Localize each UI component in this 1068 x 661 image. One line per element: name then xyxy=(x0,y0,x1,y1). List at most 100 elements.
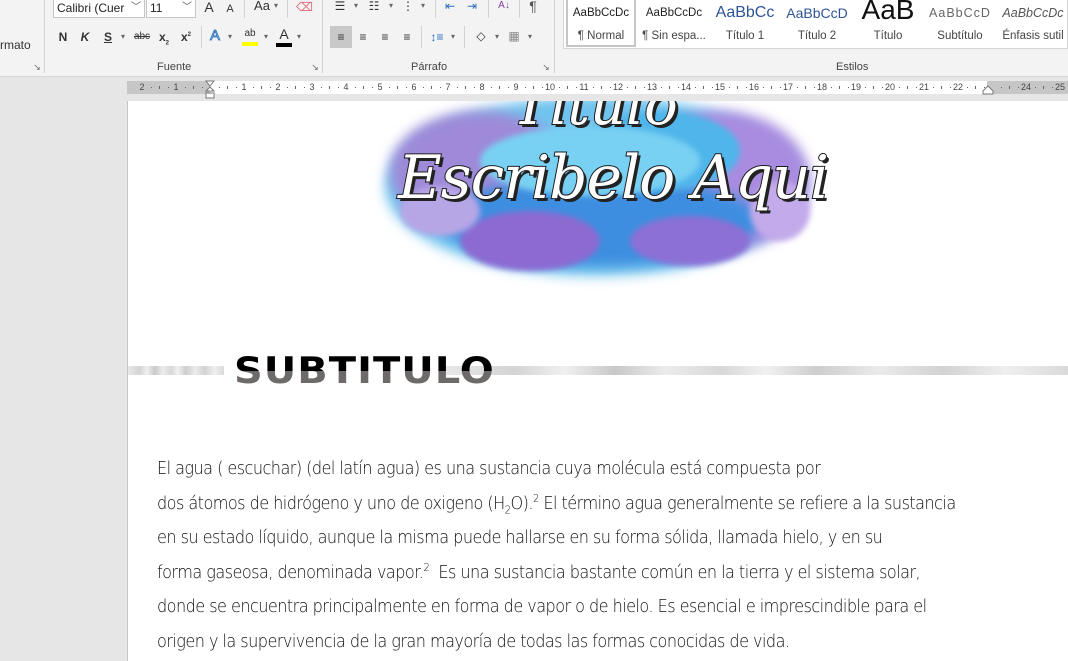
ruler-dot xyxy=(439,87,441,88)
font-color-button[interactable]: A xyxy=(276,25,292,47)
ruler-number: 16 xyxy=(748,82,760,92)
increase-indent-icon[interactable]: ⇥ xyxy=(463,0,481,15)
ruler-number: 11 xyxy=(579,82,589,92)
styles-gallery: AaBbCcDc ¶ Normal AaBbCcDc ¶ Sin espa...… xyxy=(563,0,1068,49)
ruler-tick xyxy=(703,86,704,89)
sort-icon[interactable]: A↓ xyxy=(496,0,512,15)
document-title-line-1[interactable]: Titulo xyxy=(360,101,830,139)
subscript-glyph: x xyxy=(158,30,166,44)
horizontal-ruler[interactable]: 2 1 1 2 3 4 5 6 7 8 9 10 11 12 13 14 15 16 17 18 19 20 21 22 24 2… xyxy=(127,81,1068,94)
ruler-dot xyxy=(626,87,628,88)
change-case-button[interactable]: Aa xyxy=(252,0,272,15)
font-dialog-launcher-icon[interactable]: ↘ xyxy=(310,62,320,72)
ruler-dot xyxy=(847,87,849,88)
style-sample: AaBbCcDc xyxy=(645,7,703,19)
borders-icon[interactable]: ▦ xyxy=(505,27,523,45)
bullets-button-icon[interactable]: ☰ xyxy=(332,0,348,15)
align-right-icon[interactable]: ≡ xyxy=(376,28,394,46)
dropdown-arrow-icon[interactable]: ▾ xyxy=(421,0,425,15)
chevron-down-icon[interactable]: ﹀ xyxy=(131,0,141,16)
ruler-number: 14 xyxy=(680,82,692,92)
shrink-font-button[interactable]: A xyxy=(224,0,236,18)
numbering-button-icon[interactable]: ☷ xyxy=(366,0,382,15)
highlight-color-button[interactable]: ab xyxy=(241,25,259,46)
show-formatting-pilcrow-icon[interactable]: ¶ xyxy=(526,0,540,15)
separator xyxy=(435,0,436,18)
ruler-number: 8 xyxy=(479,82,485,92)
first-line-indent-marker[interactable] xyxy=(205,80,215,100)
style-subtle-emphasis[interactable]: AaBbCcDc Énfasis sutil xyxy=(998,0,1068,47)
document-subtitle[interactable]: SUBTITULO xyxy=(234,351,495,391)
ruler-dot xyxy=(711,87,713,88)
subscript-button[interactable]: x2 xyxy=(157,28,171,46)
ruler-tick xyxy=(159,86,160,89)
style-no-spacing[interactable]: AaBbCcDc ¶ Sin espa... xyxy=(638,0,710,47)
right-indent-marker[interactable] xyxy=(982,85,994,95)
ruler-dot xyxy=(1034,87,1036,88)
dropdown-arrow-icon[interactable]: ▾ xyxy=(528,28,532,46)
group-separator xyxy=(44,0,45,73)
dropdown-arrow-icon[interactable]: ▾ xyxy=(297,28,301,46)
ruler-number: 2 xyxy=(275,82,281,92)
bold-button[interactable]: N xyxy=(57,28,69,46)
dropdown-arrow-icon[interactable]: ▾ xyxy=(274,0,278,15)
decrease-indent-icon[interactable]: ⇤ xyxy=(441,0,459,15)
dropdown-arrow-icon[interactable]: ▾ xyxy=(389,0,393,15)
ruler-tick xyxy=(941,86,942,89)
align-center-icon[interactable]: ≡ xyxy=(354,28,372,46)
style-sample: AaBbCcDc xyxy=(1002,6,1064,20)
justify-icon[interactable]: ≡ xyxy=(398,28,416,46)
dropdown-arrow-icon[interactable]: ▾ xyxy=(354,0,358,15)
dropdown-arrow-icon[interactable]: ▾ xyxy=(495,28,499,46)
shading-paint-bucket-icon[interactable]: ◇ xyxy=(472,27,490,45)
font-color-swatch xyxy=(276,43,292,47)
ruler-dot xyxy=(184,87,186,88)
separator xyxy=(464,26,465,48)
font-size-value: 11 xyxy=(150,1,163,15)
clipboard-dialog-launcher-icon[interactable]: ↘ xyxy=(32,62,42,72)
align-left-icon[interactable]: ≡ xyxy=(330,26,352,48)
dropdown-arrow-icon[interactable]: ▾ xyxy=(228,28,232,46)
dropdown-arrow-icon[interactable]: ▾ xyxy=(451,28,455,46)
ruler-tick xyxy=(329,86,330,89)
body-paragraph[interactable]: El agua ( escuchar) (del latín agua) es … xyxy=(157,452,1037,659)
ruler-number: 17 xyxy=(782,82,794,92)
strikethrough-button[interactable]: abc xyxy=(132,28,152,46)
ruler-dot xyxy=(677,87,679,88)
style-heading-2[interactable]: AaBbCcD Título 2 xyxy=(782,0,852,47)
ruler-dot xyxy=(252,87,254,88)
separator xyxy=(488,0,489,18)
ruler-dot xyxy=(1051,87,1053,88)
style-title[interactable]: AaB Título xyxy=(854,0,922,47)
clipboard-format-painter-label[interactable]: rmato xyxy=(0,36,31,54)
dropdown-arrow-icon[interactable]: ▾ xyxy=(264,28,268,46)
text-run: Es una sustancia bastante común en la ti… xyxy=(429,562,921,583)
italic-button[interactable]: K xyxy=(79,28,91,46)
paragraph-group-label: Párrafo xyxy=(411,61,448,73)
ruler-tick xyxy=(567,86,568,89)
line-spacing-icon[interactable]: ↕≡ xyxy=(428,28,446,46)
font-size-combobox[interactable]: 11 ﹀ xyxy=(146,0,196,18)
ruler-dot xyxy=(337,87,339,88)
paragraph-dialog-launcher-icon[interactable]: ↘ xyxy=(541,62,551,72)
paragraph-line: en su estado líquido, aunque la misma pu… xyxy=(157,528,883,548)
chevron-down-icon[interactable]: ﹀ xyxy=(182,0,192,16)
underline-button[interactable]: S xyxy=(102,28,114,46)
clear-formatting-eraser-icon[interactable]: ⌫ xyxy=(296,0,313,16)
dropdown-arrow-icon[interactable]: ▾ xyxy=(121,28,125,46)
style-sample: AaB xyxy=(861,0,915,25)
style-normal[interactable]: AaBbCcDc ¶ Normal xyxy=(566,0,636,47)
superscript-button[interactable]: x2 xyxy=(179,28,193,46)
style-subtitle[interactable]: AaBbCcD Subtítulo xyxy=(926,0,994,47)
ruler-number: 1 xyxy=(173,82,179,92)
ruler-tick xyxy=(261,86,262,89)
grow-font-button[interactable]: A xyxy=(202,0,216,16)
text-effects-button[interactable]: A xyxy=(208,27,222,45)
document-page[interactable]: Titulo Escribelo Aqui SUBTITULO El agua … xyxy=(128,101,1068,661)
style-heading-1[interactable]: AaBbCc Título 1 xyxy=(712,0,778,47)
ruler-area: 2 1 1 2 3 4 5 6 7 8 9 10 11 12 13 14 15 16 17 18 19 20 21 22 24 2… xyxy=(0,77,1068,101)
ruler-tick xyxy=(601,86,602,89)
document-title-line-2[interactable]: Escribelo Aqui xyxy=(397,142,830,214)
multilevel-list-button-icon[interactable]: ⋮ xyxy=(400,0,416,15)
font-name-combobox[interactable]: Calibri (Cuer ﹀ xyxy=(53,0,145,18)
